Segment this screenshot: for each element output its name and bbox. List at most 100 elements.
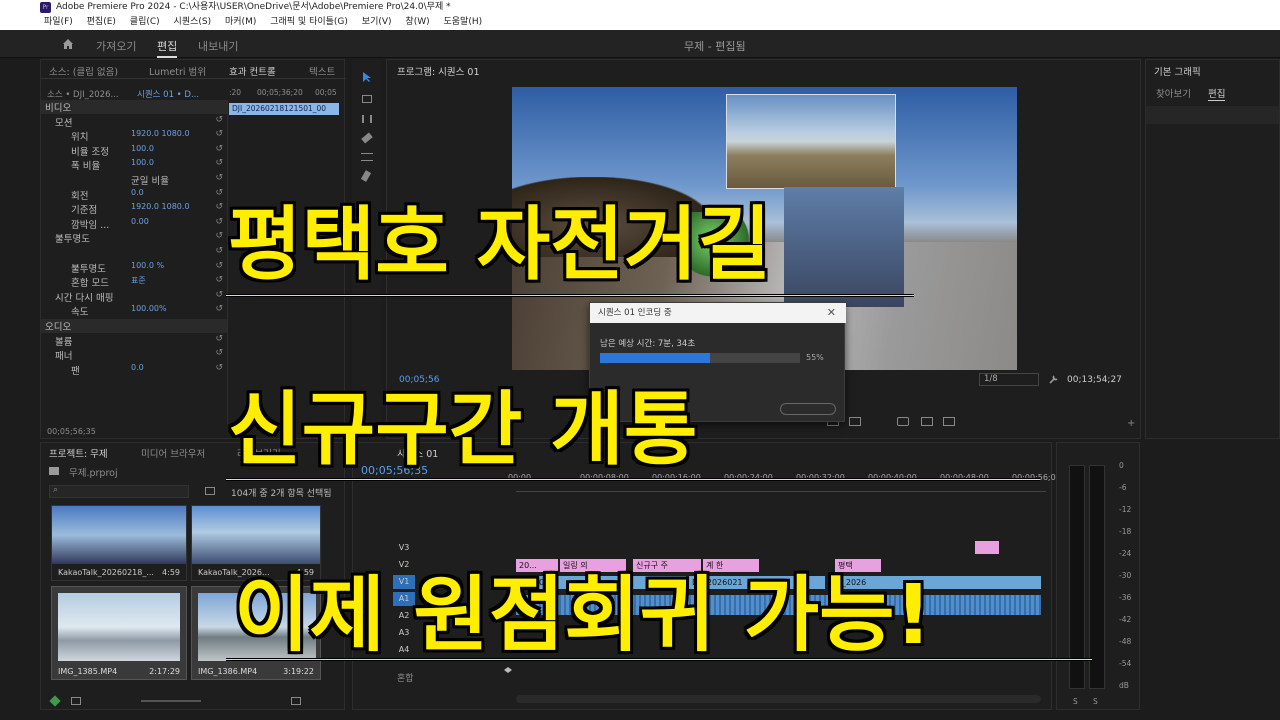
tab-graphics-edit[interactable]: 편집 <box>1208 86 1226 101</box>
menu-graphics[interactable]: 그래픽 및 타이틀(G) <box>270 17 348 27</box>
graphic-clip[interactable] <box>975 541 999 554</box>
effect-row-value[interactable]: 0.00 <box>131 217 149 226</box>
tab-browse[interactable]: 찾아보기 <box>1156 86 1191 100</box>
effect-row-value[interactable]: 100.00% <box>131 304 167 313</box>
new-bin-icon[interactable] <box>291 697 301 705</box>
reset-icon[interactable]: ↺ <box>215 231 223 241</box>
clip-bar[interactable]: DJI_20260218121501_00 <box>229 103 339 115</box>
bin-icon[interactable] <box>205 487 215 495</box>
reset-icon[interactable]: ↺ <box>215 144 223 154</box>
effect-row[interactable]: 비율 조정 100.0 ↺ <box>41 144 227 158</box>
effect-row[interactable]: 불투명도 ↺ <box>41 231 227 245</box>
track-select-icon[interactable] <box>362 95 372 103</box>
search-input[interactable] <box>49 485 189 498</box>
tab-project[interactable]: 프로젝트: 무제 <box>49 446 108 460</box>
reset-icon[interactable]: ↺ <box>215 246 223 256</box>
effect-row[interactable]: 불투명도 100.0 % ↺ <box>41 261 227 275</box>
compare-icon[interactable] <box>921 417 933 426</box>
reset-icon[interactable]: ↺ <box>215 290 223 300</box>
reset-icon[interactable]: ↺ <box>215 261 223 271</box>
effect-row[interactable]: 위치 1920.0 1080.0 ↺ <box>41 129 227 143</box>
menu-marker[interactable]: 마커(M) <box>225 17 256 27</box>
effect-row[interactable]: 비디오 <box>41 100 227 114</box>
tab-text[interactable]: 텍스트 <box>309 64 335 78</box>
effect-row-value[interactable]: 0.0 <box>131 363 144 372</box>
tab-essential-graphics[interactable]: 기본 그래픽 <box>1154 64 1201 78</box>
reset-icon[interactable]: ↺ <box>215 129 223 139</box>
effect-row-value[interactable]: 100.0 <box>131 144 154 153</box>
effect-row[interactable]: 기준점 1920.0 1080.0 ↺ <box>41 202 227 216</box>
wrench-icon[interactable] <box>1048 374 1059 385</box>
reset-icon[interactable]: ↺ <box>215 363 223 373</box>
effect-row-value[interactable]: 1920.0 1080.0 <box>131 129 190 138</box>
tab-export[interactable]: 내보내기 <box>198 38 238 54</box>
reset-icon[interactable]: ↺ <box>215 188 223 198</box>
source-clip-name[interactable]: 소스 • DJI_2026... <box>47 88 119 100</box>
effect-row-value[interactable]: 표준 <box>131 275 146 286</box>
tab-edit[interactable]: 편집 <box>157 38 178 58</box>
reset-icon[interactable]: ↺ <box>215 115 223 125</box>
reset-icon[interactable]: ↺ <box>215 173 223 183</box>
effect-row[interactable]: 모션 ↺ <box>41 115 227 129</box>
menu-window[interactable]: 창(W) <box>405 17 429 27</box>
media-thumbnail[interactable]: KakaoTalk_20260218_... 4:59 <box>51 505 187 581</box>
close-icon[interactable]: ✕ <box>827 306 836 319</box>
list-view-icon[interactable] <box>71 697 81 705</box>
reset-icon[interactable]: ↺ <box>215 217 223 227</box>
media-name: IMG_1386.MP4 <box>198 667 258 676</box>
menu-clip[interactable]: 클립(C) <box>130 17 160 27</box>
slip-icon[interactable] <box>361 153 373 161</box>
tab-source[interactable]: 소스: (클립 없음) <box>49 64 118 78</box>
effect-row[interactable]: 혼합 모드 표준 ↺ <box>41 275 227 289</box>
menu-sequence[interactable]: 시퀀스(S) <box>174 17 212 27</box>
pencil-icon[interactable] <box>49 695 61 707</box>
effect-row-value[interactable]: 0.0 <box>131 188 144 197</box>
effect-row-value[interactable]: 100.0 <box>131 158 154 167</box>
effect-row[interactable]: 균일 비율 ↺ <box>41 173 227 187</box>
tab-import[interactable]: 가져오기 <box>96 38 136 54</box>
reset-icon[interactable]: ↺ <box>215 158 223 168</box>
add-button-icon[interactable]: + <box>1127 418 1135 429</box>
menu-file[interactable]: 파일(F) <box>44 17 73 27</box>
tab-media-browser[interactable]: 미디어 브라우저 <box>141 446 205 460</box>
tab-lumetri-scopes[interactable]: Lumetri 범위 <box>149 64 206 78</box>
reset-icon[interactable]: ↺ <box>215 348 223 358</box>
effect-row[interactable]: 깜박임 ... 0.00 ↺ <box>41 217 227 231</box>
zoom-select[interactable]: 1/8 <box>979 373 1039 386</box>
ripple-edit-icon[interactable] <box>362 115 372 123</box>
effect-row[interactable]: 패너 ↺ <box>41 348 227 362</box>
extract-icon[interactable] <box>849 417 861 426</box>
timeline-scrollbar[interactable] <box>516 695 1041 703</box>
cancel-button[interactable] <box>780 403 836 415</box>
effect-row[interactable]: 시간 다시 매핑 ↺ <box>41 290 227 304</box>
current-timecode[interactable]: 00;05;56;35 <box>47 427 96 436</box>
camera-icon[interactable] <box>897 417 909 426</box>
effect-row-value[interactable]: 1920.0 1080.0 <box>131 202 190 211</box>
reset-icon[interactable]: ↺ <box>215 334 223 344</box>
effect-row[interactable]: 팬 0.0 ↺ <box>41 363 227 377</box>
menu-view[interactable]: 보기(V) <box>362 17 392 27</box>
sequence-clip-name[interactable]: 시퀀스 01 • D... <box>137 88 199 100</box>
effect-row[interactable]: 볼륨 ↺ <box>41 334 227 348</box>
tab-program[interactable]: 프로그램: 시퀀스 01 <box>397 64 480 78</box>
zoom-slider[interactable] <box>141 700 201 702</box>
menu-help[interactable]: 도움말(H) <box>444 17 483 27</box>
vr-icon[interactable] <box>943 417 955 426</box>
effect-row[interactable]: 속도 100.00% ↺ <box>41 304 227 318</box>
reset-icon[interactable]: ↺ <box>215 275 223 285</box>
selection-tool-icon[interactable] <box>361 71 373 83</box>
razor-icon[interactable] <box>361 132 373 144</box>
reset-icon[interactable]: ↺ <box>215 304 223 314</box>
menu-edit[interactable]: 편집(E) <box>87 17 116 27</box>
solo-button-right[interactable]: S <box>1093 697 1098 706</box>
effect-row[interactable]: ↺ <box>41 246 227 260</box>
solo-button-left[interactable]: S <box>1073 697 1078 706</box>
media-thumbnail-selected[interactable]: IMG_1385.MP4 2:17:29 <box>51 586 187 680</box>
effect-row[interactable]: 폭 비율 100.0 ↺ <box>41 158 227 172</box>
effect-row[interactable]: 오디오 <box>41 319 227 333</box>
tab-effect-controls[interactable]: 효과 컨트롤 <box>229 64 276 78</box>
effect-row[interactable]: 회전 0.0 ↺ <box>41 188 227 202</box>
reset-icon[interactable]: ↺ <box>215 202 223 212</box>
effect-row-value[interactable]: 100.0 % <box>131 261 164 270</box>
home-icon[interactable] <box>62 38 74 50</box>
